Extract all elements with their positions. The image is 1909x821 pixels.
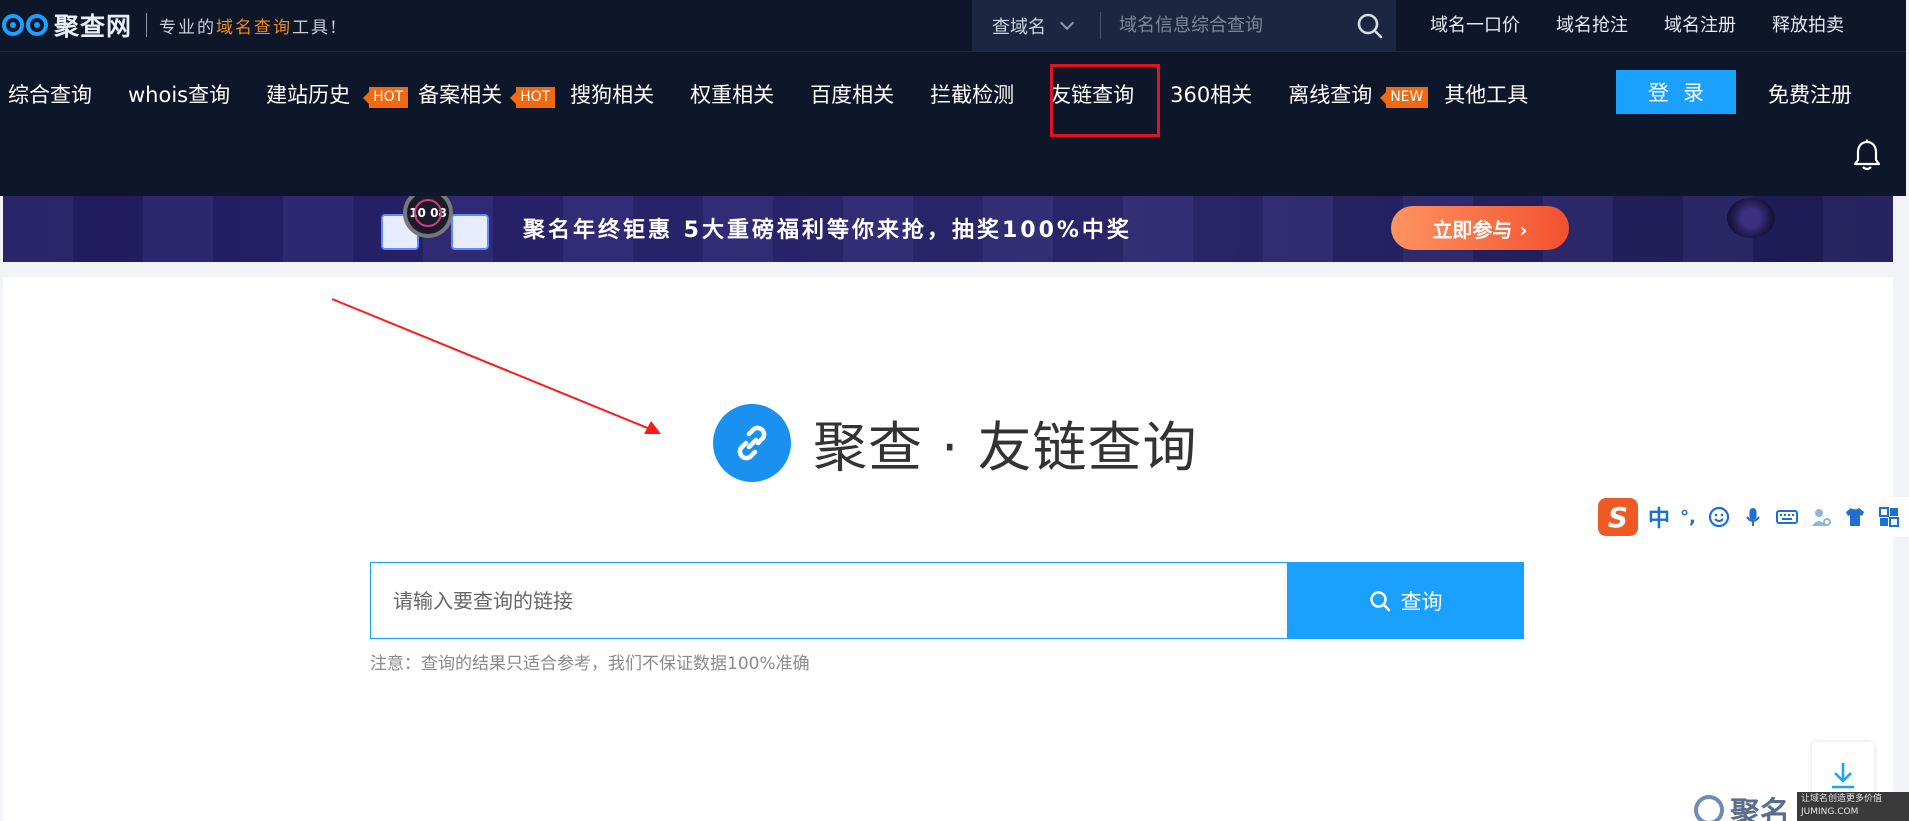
juming-logo[interactable]: 聚名 xyxy=(1694,788,1790,821)
download-arrow-icon xyxy=(1832,763,1854,789)
keyboard-icon[interactable] xyxy=(1775,506,1798,528)
user-settings-icon[interactable] xyxy=(1810,506,1832,528)
query-button[interactable]: 查询 xyxy=(1287,562,1524,639)
juming-logo-name: 聚名 xyxy=(1730,796,1790,821)
nav-item-history-wrap: 建站历史 HOT xyxy=(266,79,409,109)
skin-shirt-icon[interactable] xyxy=(1844,506,1866,528)
top-link-fixed-price[interactable]: 域名一口价 xyxy=(1430,11,1520,37)
owl-logo-icon xyxy=(2,14,48,36)
banner-headline: 聚名年终钜惠 5大重磅福利等你来抢，抽奖100%中奖 xyxy=(523,218,1132,243)
site-header: 聚查网 专业的域名查询工具! 查域名 域名一口价 域名抢注 域名注册 释放拍卖 … xyxy=(0,0,1906,196)
header-search: 查域名 xyxy=(972,0,1396,51)
juming-site: JUMING.COM xyxy=(1801,807,1859,817)
site-logo[interactable]: 聚查网 专业的域名查询工具! xyxy=(2,8,339,42)
annotation-highlight-box xyxy=(1050,64,1160,137)
nav-item-weight[interactable]: 权重相关 xyxy=(690,79,774,109)
top-link-snap[interactable]: 域名抢注 xyxy=(1556,11,1628,37)
nav-item-whois[interactable]: whois查询 xyxy=(128,79,230,109)
juming-tagline-strip: 让域名创造更多价值 JUMING.COM xyxy=(1797,792,1909,821)
header-divider xyxy=(0,51,1906,52)
sogou-ime-logo[interactable]: S xyxy=(1598,498,1638,536)
nav-item-icp-wrap: 备案相关 HOT xyxy=(418,79,556,109)
emoji-icon[interactable] xyxy=(1708,506,1730,528)
hot-badge: HOT xyxy=(510,87,556,108)
search-icon[interactable] xyxy=(1356,12,1384,40)
nav-item-sogou[interactable]: 搜狗相关 xyxy=(570,79,654,109)
promo-banner[interactable]: 10 08 聚名年终钜惠 5大重磅福利等你来抢，抽奖100%中奖 立即参与 › xyxy=(3,196,1893,262)
juming-tagline: 让域名创造更多价值 xyxy=(1801,794,1883,804)
query-button-label: 查询 xyxy=(1400,589,1443,614)
nav-item-offline-wrap: 离线查询 NEW xyxy=(1288,79,1429,109)
banner-orb-decoration xyxy=(1727,198,1775,238)
banner-join-button[interactable]: 立即参与 › xyxy=(1391,206,1569,250)
header-search-input[interactable] xyxy=(1119,10,1339,41)
nav-item-icp[interactable]: 备案相关 xyxy=(418,83,502,107)
juming-mark-icon xyxy=(1694,795,1724,821)
logo-text: 聚查网 xyxy=(54,12,133,41)
ime-punctuation-toggle[interactable]: °, xyxy=(1680,507,1696,528)
page-title: 聚查 · 友链查询 xyxy=(813,416,1198,479)
search-separator xyxy=(1100,12,1101,39)
nav-item-baidu[interactable]: 百度相关 xyxy=(810,79,894,109)
disclaimer-notice: 注意：查询的结果只适合参考，我们不保证数据100%准确 xyxy=(370,654,810,674)
chevron-down-icon xyxy=(1059,15,1075,30)
search-scope-select[interactable]: 查域名 xyxy=(992,0,1075,51)
link-query-form: 查询 xyxy=(370,562,1524,639)
nav-item-360[interactable]: 360相关 xyxy=(1170,79,1252,109)
logo-separator xyxy=(146,13,148,37)
top-link-auction[interactable]: 释放拍卖 xyxy=(1772,11,1844,37)
logo-slogan: 专业的域名查询工具! xyxy=(159,17,339,38)
microphone-icon[interactable] xyxy=(1742,506,1764,528)
nav-item-offline[interactable]: 离线查询 xyxy=(1288,83,1372,107)
nav-item-block-check[interactable]: 拦截检测 xyxy=(930,79,1014,109)
link-query-input[interactable] xyxy=(370,562,1287,639)
nav-item-other-tools[interactable]: 其他工具 xyxy=(1444,79,1528,109)
bell-icon[interactable] xyxy=(1852,139,1882,172)
ime-toolbar: S 中 °, xyxy=(1598,497,1909,537)
top-link-register[interactable]: 域名注册 xyxy=(1664,11,1736,37)
top-links: 域名一口价 域名抢注 域名注册 释放拍卖 xyxy=(1430,0,1844,47)
page-hero: 聚查 · 友链查询 xyxy=(713,403,1198,482)
main-nav: 综合查询 whois查询 建站历史 HOT 备案相关 HOT 搜狗相关 权重相关… xyxy=(8,76,1528,112)
link-icon xyxy=(713,403,791,482)
login-button[interactable]: 登录 xyxy=(1616,70,1736,114)
nav-item-comprehensive[interactable]: 综合查询 xyxy=(8,79,92,109)
tablet-card-icon xyxy=(451,214,489,250)
nav-item-history[interactable]: 建站历史 xyxy=(266,83,350,107)
hot-badge: HOT xyxy=(363,87,409,108)
toolbox-grid-icon[interactable] xyxy=(1878,506,1900,528)
new-badge: NEW xyxy=(1380,87,1429,108)
ime-language-toggle[interactable]: 中 xyxy=(1648,501,1670,533)
search-scope-label: 查域名 xyxy=(992,16,1046,38)
register-link[interactable]: 免费注册 xyxy=(1768,79,1852,109)
annotation-arrow-icon xyxy=(331,298,661,434)
search-icon xyxy=(1369,590,1390,611)
main-panel xyxy=(3,277,1893,821)
